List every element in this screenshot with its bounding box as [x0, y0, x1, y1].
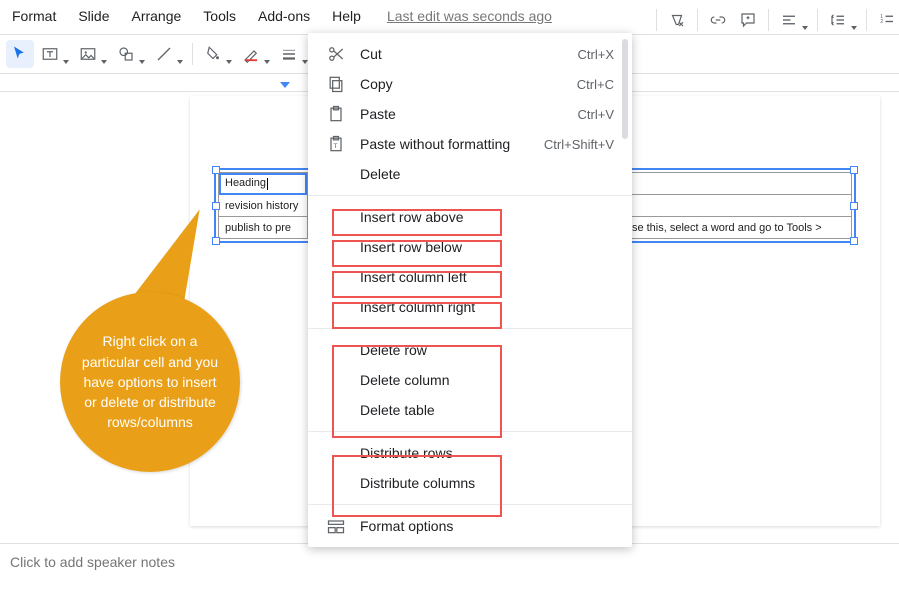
menu-slide[interactable]: Slide — [68, 4, 119, 28]
ruler-indent-marker[interactable] — [280, 82, 290, 92]
context-menu: Cut Ctrl+X Copy Ctrl+C Paste Ctrl+V T Pa… — [308, 33, 632, 547]
last-edit-link[interactable]: Last edit was seconds ago — [387, 8, 552, 24]
context-menu-separator — [308, 431, 632, 432]
fill-color-tool[interactable] — [199, 40, 235, 68]
cm-insert-column-left[interactable]: Insert column left — [308, 262, 632, 292]
image-tool[interactable] — [74, 40, 110, 68]
text-caret — [267, 178, 268, 190]
context-menu-separator — [308, 504, 632, 505]
cm-copy[interactable]: Copy Ctrl+C — [308, 69, 632, 99]
speaker-notes[interactable]: Click to add speaker notes — [0, 544, 899, 584]
cm-delete[interactable]: Delete — [308, 159, 632, 189]
menu-help[interactable]: Help — [322, 4, 371, 28]
resize-handle[interactable] — [212, 202, 220, 210]
cm-paste[interactable]: Paste Ctrl+V — [308, 99, 632, 129]
cm-cut[interactable]: Cut Ctrl+X — [308, 39, 632, 69]
line-tool[interactable] — [150, 40, 186, 68]
cm-paste-without-formatting[interactable]: T Paste without formatting Ctrl+Shift+V — [308, 129, 632, 159]
cut-icon — [326, 44, 346, 64]
align-tool[interactable] — [775, 6, 811, 34]
border-color-tool[interactable] — [237, 40, 273, 68]
cm-insert-row-below[interactable]: Insert row below — [308, 232, 632, 262]
menu-addons[interactable]: Add-ons — [248, 4, 320, 28]
toolbar-separator — [192, 43, 193, 65]
paste-plain-icon: T — [326, 134, 346, 154]
cm-delete-column[interactable]: Delete column — [308, 365, 632, 395]
shape-tool[interactable] — [112, 40, 148, 68]
toolbar-separator — [697, 9, 698, 31]
toolbar-separator — [768, 9, 769, 31]
cursor-tool[interactable] — [6, 40, 34, 68]
border-weight-tool[interactable] — [275, 40, 311, 68]
cm-format-options[interactable]: Format options — [308, 511, 632, 541]
resize-handle[interactable] — [850, 202, 858, 210]
cm-insert-row-above[interactable]: Insert row above — [308, 202, 632, 232]
link-tool[interactable] — [704, 6, 732, 34]
comment-tool[interactable] — [734, 6, 762, 34]
paste-icon — [326, 104, 346, 124]
textbox-tool[interactable] — [36, 40, 72, 68]
table-cell[interactable]: revision history — [219, 195, 308, 217]
cm-delete-table[interactable]: Delete table — [308, 395, 632, 425]
svg-text:2: 2 — [880, 19, 883, 25]
cm-distribute-rows[interactable]: Distribute rows — [308, 438, 632, 468]
menu-arrange[interactable]: Arrange — [121, 4, 191, 28]
clear-format-tool[interactable] — [663, 6, 691, 34]
cm-delete-row[interactable]: Delete row — [308, 335, 632, 365]
cm-insert-column-right[interactable]: Insert column right — [308, 292, 632, 322]
resize-handle[interactable] — [850, 166, 858, 174]
format-options-icon — [326, 516, 346, 536]
line-spacing-tool[interactable] — [824, 6, 860, 34]
cm-distribute-columns[interactable]: Distribute columns — [308, 468, 632, 498]
blank-icon — [326, 164, 346, 184]
toolbar-separator — [817, 9, 818, 31]
resize-handle[interactable] — [850, 237, 858, 245]
context-menu-separator — [308, 328, 632, 329]
toolbar-separator — [656, 9, 657, 31]
callout-text: Right click on a particular cell and you… — [78, 331, 222, 432]
numbered-list-tool[interactable]: 12 — [873, 6, 899, 34]
menu-tools[interactable]: Tools — [193, 4, 246, 28]
table-cell[interactable]: Heading — [219, 173, 308, 195]
menu-format[interactable]: Format — [2, 4, 66, 28]
callout-bubble: Right click on a particular cell and you… — [60, 292, 240, 472]
context-menu-separator — [308, 195, 632, 196]
svg-text:T: T — [334, 143, 338, 150]
copy-icon — [326, 74, 346, 94]
toolbar-right: 12 — [652, 0, 899, 40]
toolbar-separator — [866, 9, 867, 31]
